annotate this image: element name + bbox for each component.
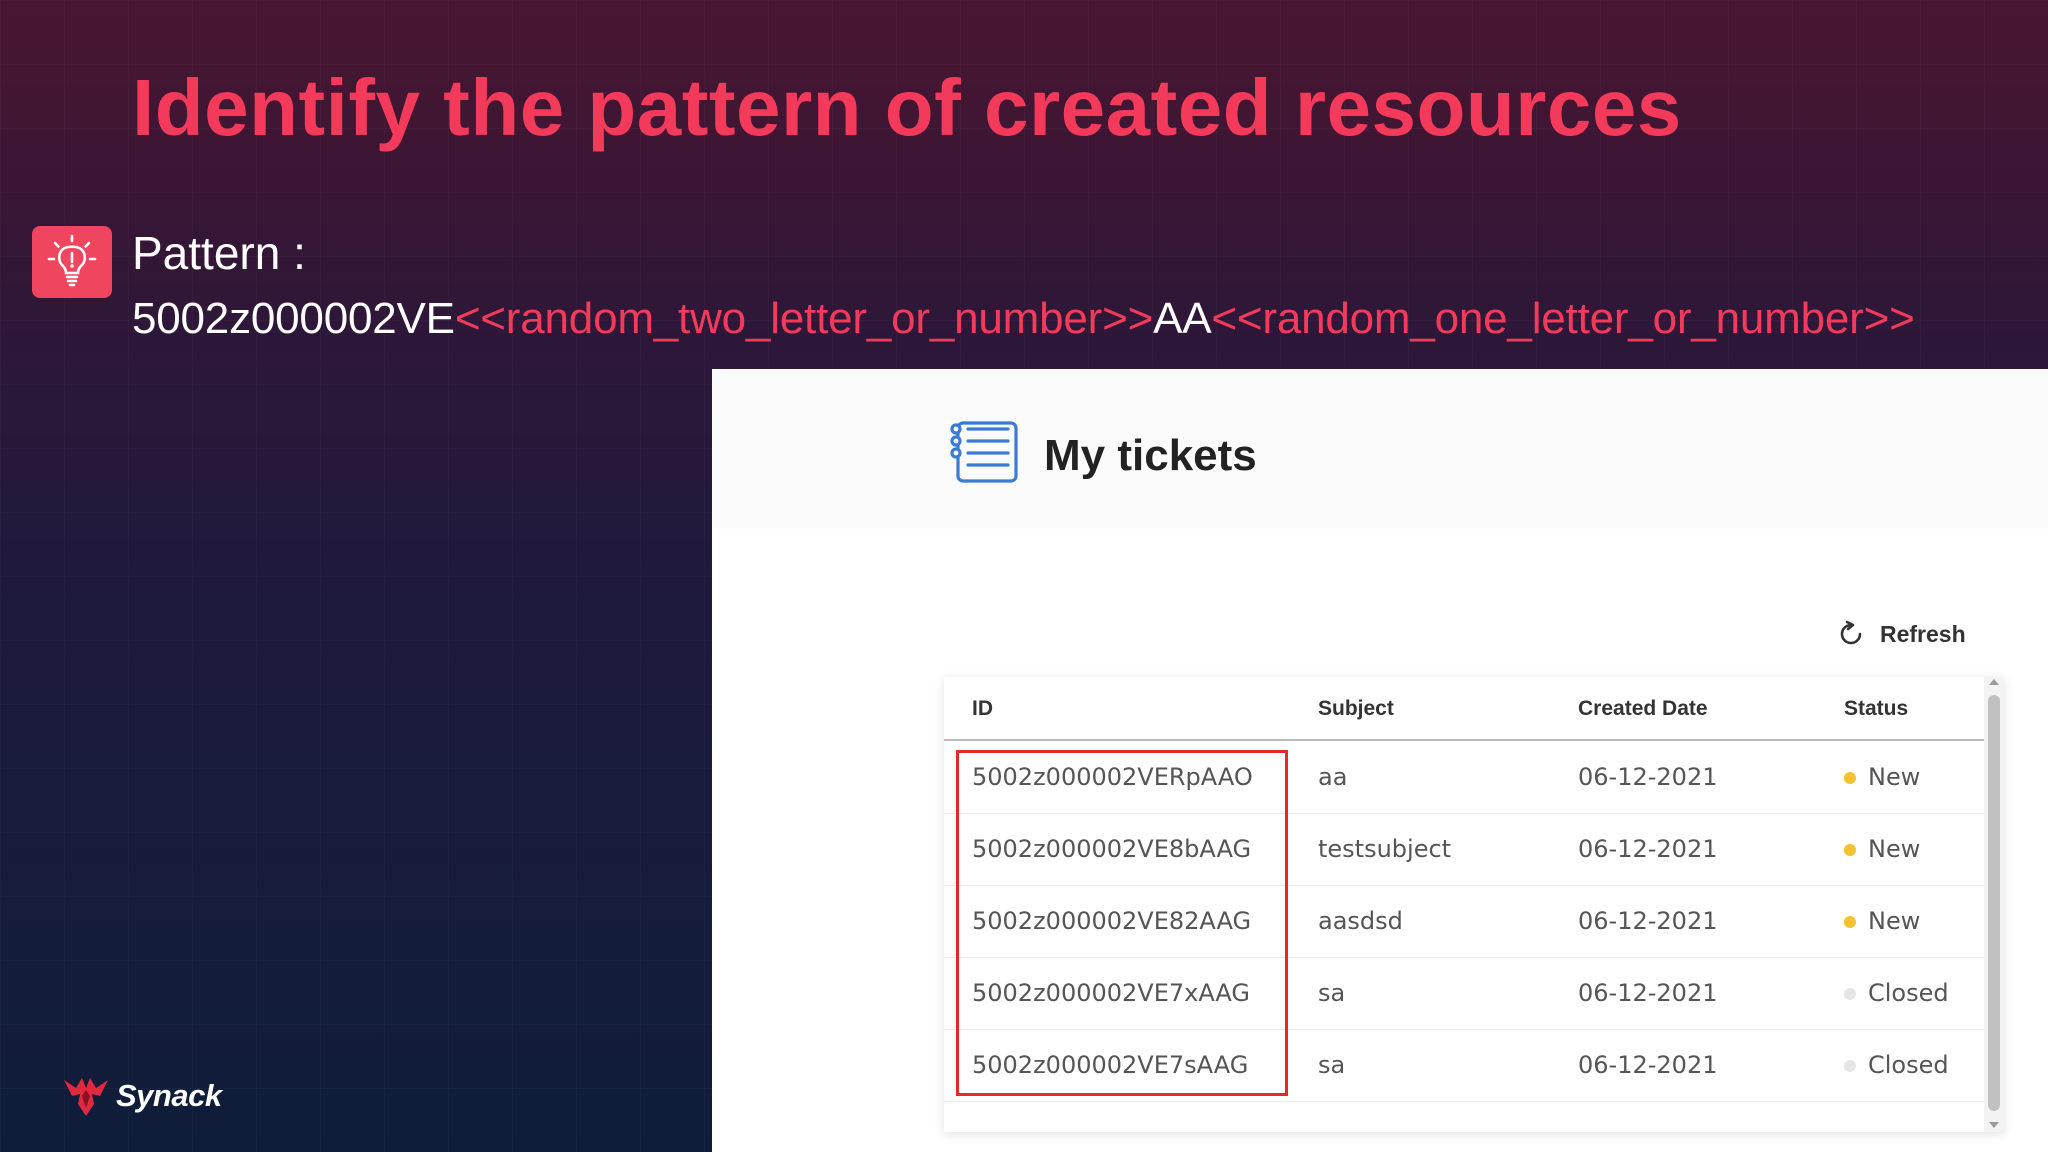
pattern-random-one: <<random_one_letter_or_number>> [1211,294,1915,343]
scrollbar-thumb[interactable] [1988,695,2000,1111]
ticket-status: New [1868,835,1921,863]
refresh-button[interactable]: Refresh [1836,619,1966,649]
ticket-status: Closed [1868,1051,1949,1079]
list-icon [950,421,1018,483]
brand-name: Synack [116,1078,222,1113]
pattern-prefix: 5002z000002VE [132,294,455,343]
pattern-label: Pattern : [132,227,306,279]
ticket-id[interactable]: 5002z000002VE7sAAG [972,1051,1248,1079]
table-row[interactable]: 5002z000002VE82AAG aasdsd 06-12-2021 New [944,885,1984,958]
status-dot [1844,1060,1856,1072]
lightbulb-badge [32,226,112,298]
ticket-created-date: 06-12-2021 [1578,907,1718,935]
ticket-id[interactable]: 5002z000002VE8bAAG [972,835,1251,863]
ticket-id[interactable]: 5002z000002VE7xAAG [972,979,1250,1007]
ticket-id[interactable]: 5002z000002VE82AAG [972,907,1251,935]
column-header-subject[interactable]: Subject [1318,697,1394,721]
synack-logo-icon [64,1078,108,1116]
status-dot [1844,988,1856,1000]
column-header-created-date[interactable]: Created Date [1578,697,1708,721]
ticket-created-date: 06-12-2021 [1578,1051,1718,1079]
ticket-id[interactable]: 5002z000002VERpAAO [972,763,1253,791]
scroll-down-arrow-icon[interactable] [1989,1122,1999,1128]
table-row[interactable]: 5002z000002VE7xAAG sa 06-12-2021 Closed [944,957,1984,1030]
ticket-subject: sa [1318,1051,1346,1079]
refresh-label: Refresh [1880,620,1966,647]
pattern-random-two: <<random_two_letter_or_number>> [454,294,1154,343]
ticket-subject: aasdsd [1318,907,1403,935]
table-scrollbar[interactable] [1984,677,2004,1132]
brand-logo: Synack [62,1074,222,1118]
tickets-screenshot: My tickets Refresh ID Subject Created Da… [712,369,2048,1152]
table-header: ID Subject Created Date Status [944,677,1984,741]
panel-header [712,369,2048,529]
column-header-id[interactable]: ID [972,697,993,721]
page-title: My tickets [1044,431,1257,480]
ticket-created-date: 06-12-2021 [1578,835,1718,863]
table-row[interactable]: 5002z000002VE7sAAG sa 06-12-2021 Closed [944,1029,1984,1102]
ticket-subject: sa [1318,979,1346,1007]
pattern-middle: AA [1153,294,1212,343]
ticket-status: Closed [1868,979,1949,1007]
column-header-status[interactable]: Status [1844,697,1908,721]
pattern-text: 5002z000002VE<<random_two_letter_or_numb… [132,294,1915,344]
tickets-table: ID Subject Created Date Status 5002z0000… [944,677,2004,1132]
table-row[interactable]: 5002z000002VERpAAO aa 06-12-2021 New [944,741,1984,814]
ticket-subject: aa [1318,763,1348,791]
ticket-status: New [1868,763,1921,791]
status-dot [1844,916,1856,928]
refresh-icon [1840,620,1862,645]
scroll-up-arrow-icon[interactable] [1989,679,1999,685]
status-dot [1844,772,1856,784]
lightbulb-icon [47,234,97,287]
ticket-created-date: 06-12-2021 [1578,979,1718,1007]
table-row[interactable]: 5002z000002VE8bAAG testsubject 06-12-202… [944,813,1984,886]
status-dot [1844,844,1856,856]
ticket-status: New [1868,907,1921,935]
ticket-created-date: 06-12-2021 [1578,763,1718,791]
slide-title: Identify the pattern of created resource… [132,63,1682,152]
ticket-subject: testsubject [1318,835,1452,863]
